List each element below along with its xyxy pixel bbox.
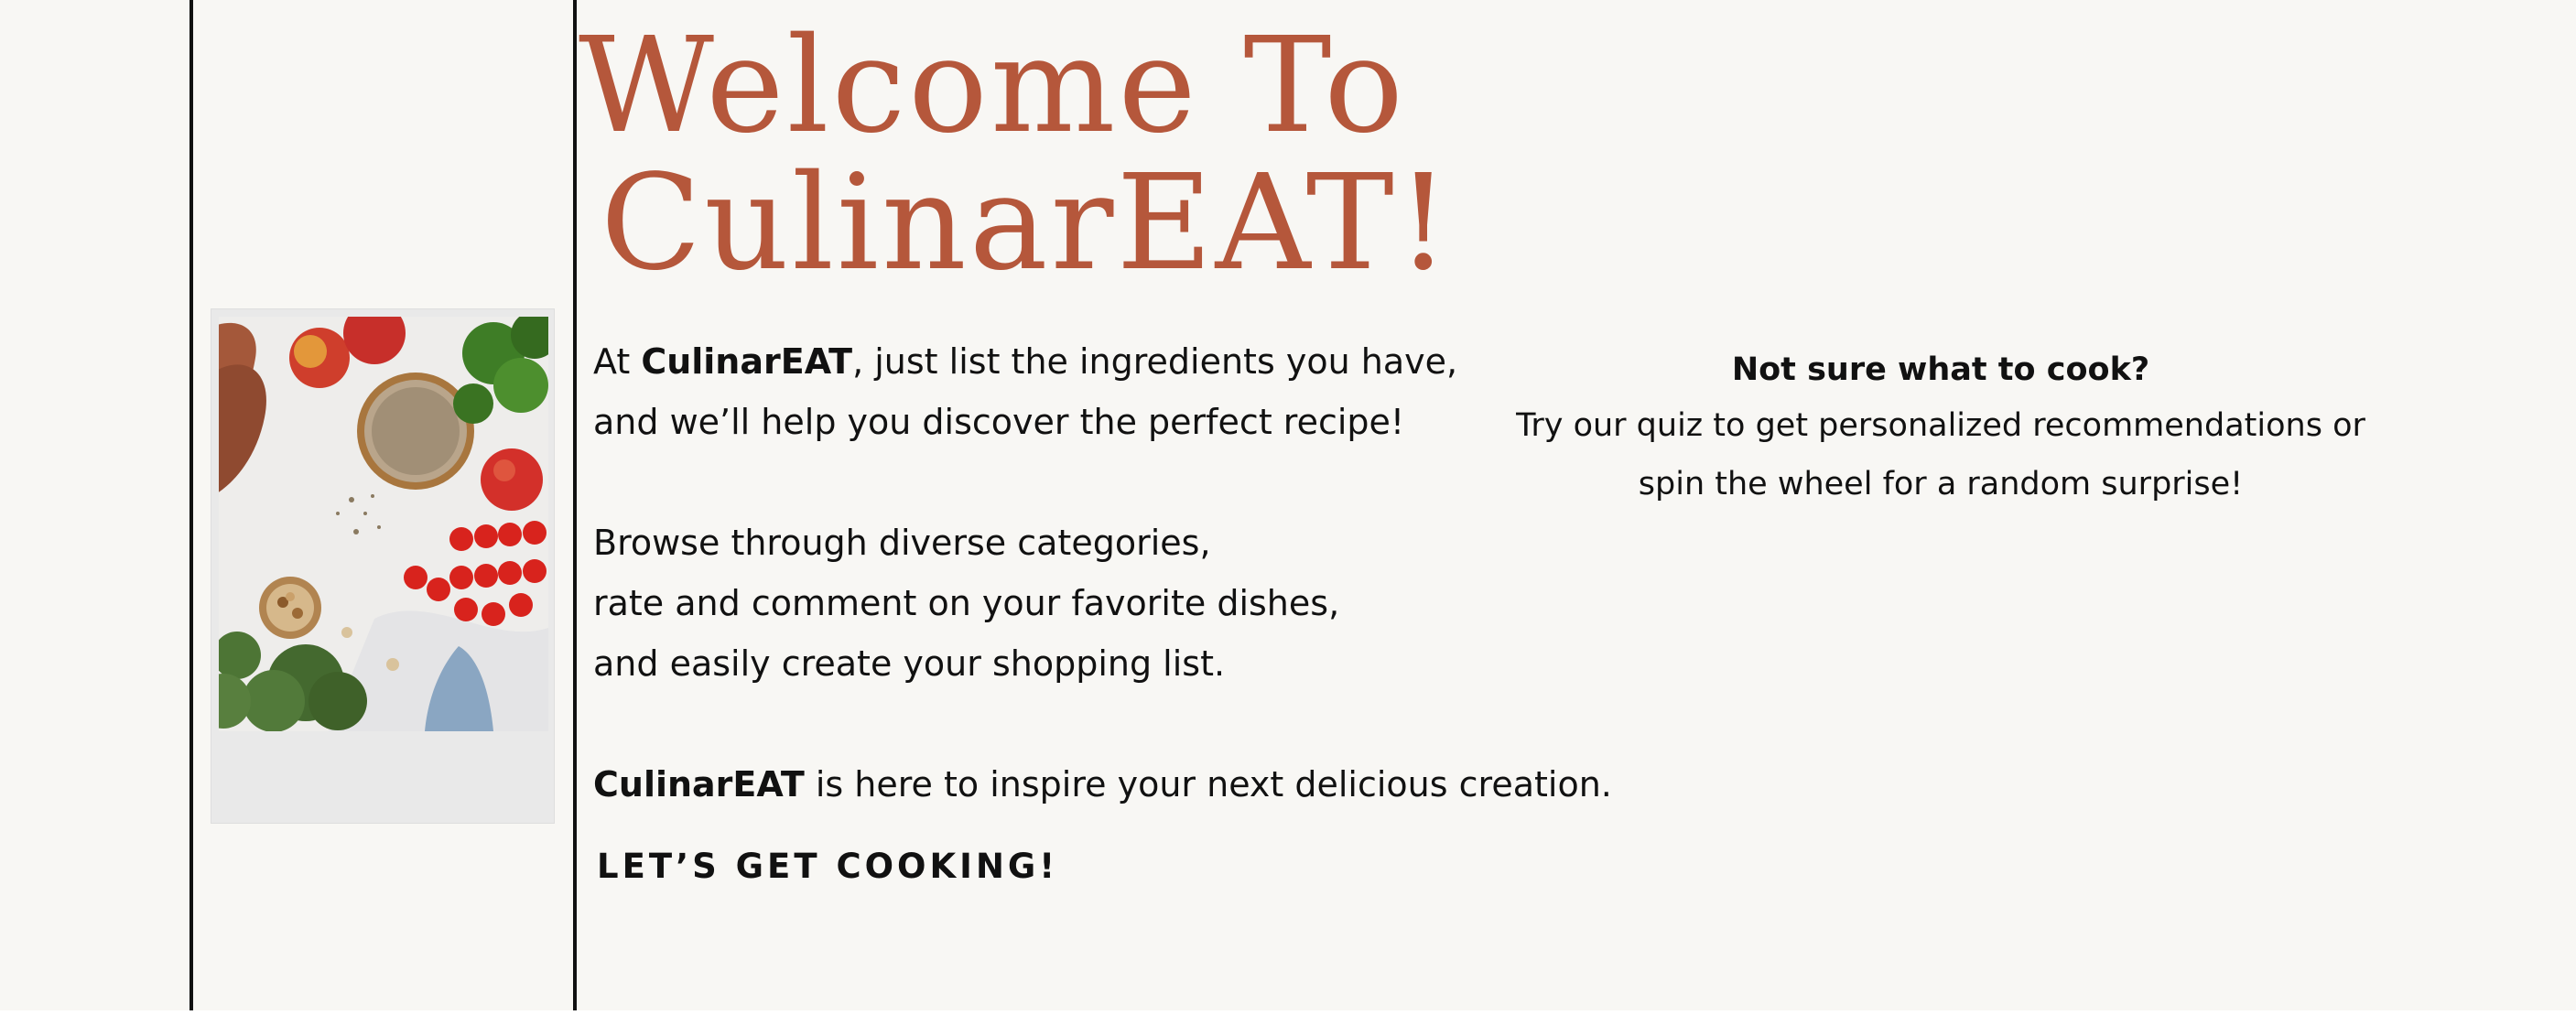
bottom-strip	[0, 1010, 2576, 1015]
ingredients-photo-card	[211, 308, 555, 824]
right-divider-line	[573, 0, 577, 1010]
intro-line: and we’ll help you discover the perfect …	[593, 402, 1405, 442]
page-title: Welcome To CulinarEAT!	[579, 16, 1453, 291]
quiz-description-line-1: Try our quiz to get personalized recomme…	[1516, 407, 2365, 444]
ingredients-photo	[219, 317, 548, 731]
intro-suffix: , just list the ingredients you have,	[852, 341, 1458, 382]
intro-prefix: At	[593, 341, 642, 382]
intro-text: At CulinarEAT, just list the ingredients…	[593, 331, 1612, 815]
quiz-heading: Not sure what to cook?	[1731, 351, 2150, 388]
intro-line: and easily create your shopping list.	[593, 643, 1226, 684]
title-line-1: Welcome To	[579, 8, 1406, 162]
left-divider-line	[189, 0, 193, 1010]
quiz-prompt: Not sure what to cook? Try our quiz to g…	[1501, 343, 2380, 513]
rice-bowl-icon	[357, 373, 474, 490]
title-line-2: CulinarEAT!	[601, 146, 1453, 299]
brand-name: CulinarEAT	[593, 764, 805, 804]
inspire-text: is here to inspire your next delicious c…	[804, 764, 1612, 804]
intro-line: CulinarEAT is here to inspire your next …	[593, 754, 1612, 815]
quiz-description: Try our quiz to get personalized recomme…	[1501, 396, 2380, 513]
quiz-description-line-2: spin the wheel for a random surprise!	[1638, 466, 2244, 502]
lets-get-cooking-cta[interactable]: LET’S GET COOKING!	[597, 847, 1058, 886]
intro-line: rate and comment on your favorite dishes…	[593, 583, 1340, 623]
intro-line: Browse through diverse categories,	[593, 523, 1211, 563]
brand-name: CulinarEAT	[641, 341, 853, 382]
intro-line: At CulinarEAT, just list the ingredients…	[593, 331, 1612, 392]
